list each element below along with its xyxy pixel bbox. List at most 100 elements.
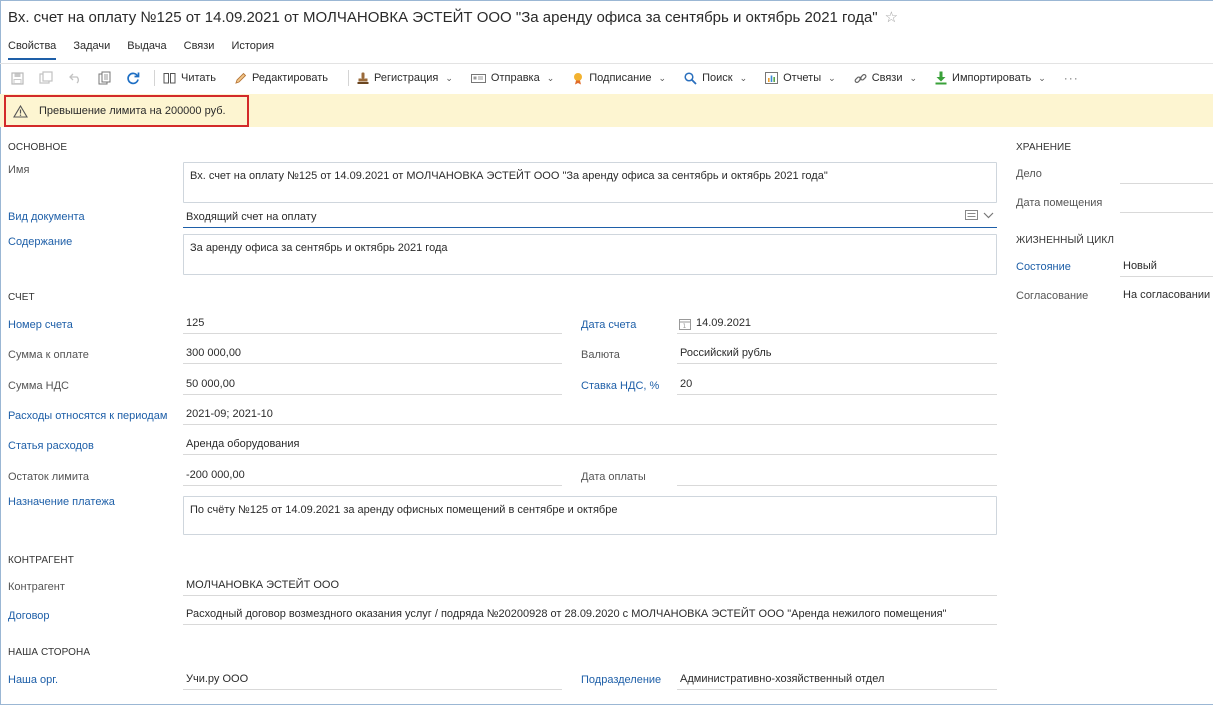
invoice-date-label[interactable]: Дата счета [581, 319, 636, 331]
tab-issue[interactable]: Выдача [127, 40, 166, 60]
calendar-icon[interactable]: 1 [679, 318, 691, 330]
search-button[interactable]: Поиск ⌄ [684, 71, 747, 85]
warning-icon [13, 104, 28, 118]
chevron-down-icon: ⌄ [546, 72, 555, 83]
chevron-down-icon[interactable] [983, 212, 994, 219]
list-select-icon[interactable] [965, 210, 978, 220]
vat-rate-field[interactable]: 20 [677, 377, 997, 395]
title-row: Вх. счет на оплату №125 от 14.09.2021 от… [8, 9, 898, 26]
periods-field[interactable]: 2021-09; 2021-10 [183, 407, 997, 425]
more-actions-button[interactable]: ··· [1064, 71, 1079, 85]
tab-relations[interactable]: Связи [184, 40, 215, 60]
content-label[interactable]: Содержание [8, 236, 72, 248]
section-lifecycle: ЖИЗНЕННЫЙ ЦИКЛ [1016, 235, 1114, 246]
reports-button[interactable]: Отчеты ⌄ [765, 72, 836, 84]
section-main: ОСНОВНОЕ [8, 142, 68, 153]
copy-icon[interactable] [94, 68, 114, 88]
currency-field[interactable]: Российский рубль [677, 346, 997, 364]
book-icon [163, 73, 176, 84]
state-label[interactable]: Состояние [1016, 261, 1071, 273]
invoice-number-label[interactable]: Номер счета [8, 319, 73, 331]
doc-type-label[interactable]: Вид документа [8, 211, 85, 223]
report-icon [765, 72, 779, 84]
section-invoice: СЧЕТ [8, 292, 35, 303]
signing-button[interactable]: Подписание ⌄ [572, 72, 666, 85]
read-button-label: Читать [181, 72, 217, 84]
tab-properties[interactable]: Свойства [8, 40, 57, 60]
our-org-label[interactable]: Наша орг. [8, 674, 58, 686]
page-title: Вх. счет на оплату №125 от 14.09.2021 от… [8, 9, 878, 26]
amount-field[interactable]: 300 000,00 [183, 346, 562, 364]
invoice-date-field[interactable]: 14.09.2021 [693, 316, 997, 334]
payment-purpose-field[interactable]: По счёту №125 от 14.09.2021 за аренду оф… [183, 496, 997, 535]
signature-icon [574, 72, 583, 84]
doc-type-actions [965, 210, 994, 220]
chevron-down-icon: ⌄ [445, 72, 453, 83]
section-storage: ХРАНЕНИЕ [1016, 142, 1072, 153]
registration-button-label: Регистрация [374, 72, 439, 84]
refresh-icon[interactable] [123, 68, 143, 88]
save-icon[interactable] [7, 68, 27, 88]
vat-amount-field[interactable]: 50 000,00 [183, 377, 562, 395]
link-icon [854, 73, 867, 83]
toolbar: Читать Редактировать Регистрация ⌄ Отпра… [0, 64, 1213, 92]
state-field[interactable]: Новый [1120, 259, 1213, 277]
warning-message: Превышение лимита на 200000 руб. [4, 95, 249, 127]
send-button-label: Отправка [490, 72, 540, 84]
tab-history[interactable]: История [231, 40, 274, 60]
counterparty-field[interactable]: МОЛЧАНОВКА ЭСТЕЙТ ООО [183, 578, 997, 596]
send-button[interactable]: Отправка ⌄ [470, 72, 555, 84]
chevron-down-icon: ⌄ [1038, 72, 1046, 83]
reports-button-label: Отчеты [783, 72, 822, 84]
registration-button[interactable]: Регистрация ⌄ [357, 72, 453, 85]
doc-type-value: Входящий счет на оплату [186, 211, 317, 223]
expense-item-label[interactable]: Статья расходов [8, 440, 94, 452]
star-icon[interactable]: ☆ [885, 10, 898, 25]
content-field[interactable]: За аренду офиса за сентябрь и октябрь 20… [183, 234, 997, 275]
search-icon [684, 71, 697, 85]
case-field[interactable] [1120, 166, 1213, 184]
expense-item-field[interactable]: Аренда оборудования [183, 437, 997, 455]
import-button[interactable]: Импортировать ⌄ [935, 71, 1046, 85]
stamp-icon [357, 72, 369, 84]
payment-date-field[interactable] [677, 468, 997, 486]
tab-bar: Свойства Задачи Выдача Связи История [8, 40, 274, 60]
chevron-down-icon: ⌄ [828, 72, 836, 83]
import-button-label: Импортировать [952, 72, 1032, 84]
import-icon [935, 71, 947, 85]
signing-button-label: Подписание [589, 72, 652, 84]
contract-field[interactable]: Расходный договор возмездного оказания у… [183, 607, 997, 625]
invoice-number-field[interactable]: 125 [183, 316, 562, 334]
toolbar-separator [348, 70, 350, 86]
edit-button[interactable]: Редактировать [234, 72, 328, 85]
chevron-down-icon: ⌄ [658, 72, 667, 83]
currency-label: Валюта [581, 349, 620, 361]
case-label: Дело [1016, 168, 1042, 180]
chevron-down-icon: ⌄ [909, 72, 918, 83]
contract-label[interactable]: Договор [8, 610, 50, 622]
read-button[interactable]: Читать [163, 72, 216, 84]
limit-rest-field: -200 000,00 [183, 468, 562, 486]
payment-date-label: Дата оплаты [581, 471, 646, 483]
amount-label: Сумма к оплате [8, 349, 89, 361]
vat-rate-label[interactable]: Ставка НДС, % [581, 380, 659, 392]
save-and-close-icon[interactable] [36, 68, 56, 88]
approval-label: Согласование [1016, 290, 1089, 302]
undo-icon[interactable] [65, 68, 85, 88]
our-org-field[interactable]: Учи.ру ООО [183, 672, 562, 690]
section-counterparty: КОНТРАГЕНТ [8, 555, 74, 566]
placed-date-field[interactable] [1120, 195, 1213, 213]
warning-text: Превышение лимита на 200000 руб. [39, 105, 226, 117]
tab-tasks[interactable]: Задачи [73, 40, 110, 60]
counterparty-label: Контрагент [8, 581, 65, 593]
periods-label[interactable]: Расходы относятся к периодам [8, 410, 167, 422]
approval-field: На согласовании [1123, 289, 1211, 301]
name-field[interactable]: Вх. счет на оплату №125 от 14.09.2021 от… [183, 162, 997, 203]
send-icon [470, 73, 486, 83]
department-field[interactable]: Административно-хозяйственный отдел [677, 672, 997, 690]
department-label[interactable]: Подразделение [581, 674, 661, 686]
relations-button[interactable]: Связи ⌄ [854, 72, 917, 85]
payment-purpose-label[interactable]: Назначение платежа [8, 496, 115, 508]
doc-type-field[interactable]: Входящий счет на оплату [183, 209, 997, 228]
pencil-icon [235, 72, 247, 84]
